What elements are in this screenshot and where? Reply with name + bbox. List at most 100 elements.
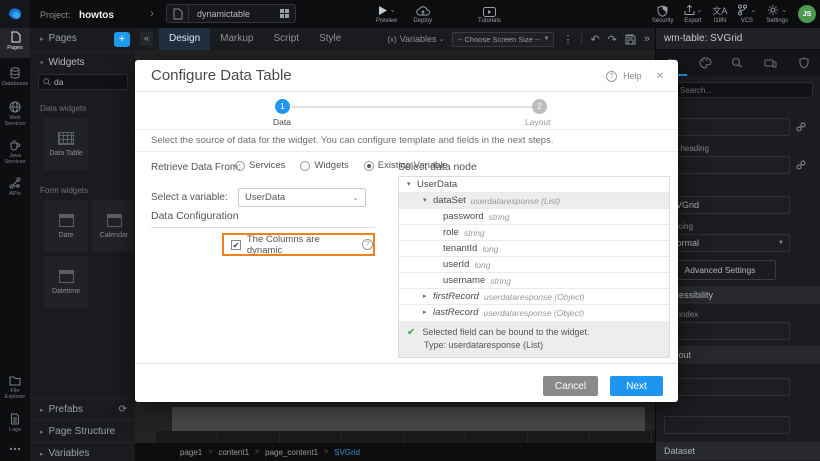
- accordion-prefabs[interactable]: ▸Prefabs ⟳: [30, 398, 135, 420]
- left-icon-rail: Pages Databases Web Services Java Servic…: [0, 28, 30, 461]
- accordion-variables[interactable]: ▸Variables: [30, 442, 135, 461]
- refresh-icon[interactable]: ⟳: [119, 399, 127, 421]
- radio-services[interactable]: Services: [235, 160, 285, 171]
- subheading-field[interactable]: [664, 156, 790, 174]
- tutorials-button[interactable]: Tutorials: [478, 3, 501, 24]
- table-pagination-row[interactable]: [155, 431, 656, 443]
- expand-panel-button[interactable]: »: [644, 33, 650, 45]
- next-button[interactable]: Next: [610, 376, 663, 396]
- rail-item-logs[interactable]: Logs: [0, 410, 30, 440]
- step-2-circle[interactable]: 2: [532, 99, 547, 114]
- widget-tile-calendar[interactable]: Calendar: [92, 200, 136, 252]
- props-tab-security[interactable]: [787, 50, 820, 76]
- project-name: Project: howtos: [40, 0, 114, 28]
- security-button[interactable]: Security: [652, 3, 674, 24]
- breadcrumb-item[interactable]: content1: [218, 448, 249, 457]
- data-table-icon: [58, 132, 74, 145]
- folder-icon: [9, 375, 21, 386]
- rail-item-pages[interactable]: Pages: [0, 28, 30, 58]
- dialog-title: Configure Data Table: [151, 60, 292, 92]
- widget-tile-data-table[interactable]: Data Table: [44, 118, 88, 170]
- title-field[interactable]: [664, 118, 790, 136]
- widget-tile-date[interactable]: Date: [44, 200, 88, 252]
- kebab-menu-icon[interactable]: ⋮: [562, 33, 573, 46]
- layout-section-header[interactable]: Layout: [656, 346, 820, 364]
- i18n-button[interactable]: 文A I18N: [712, 3, 727, 24]
- rail-item-databases[interactable]: Databases: [0, 64, 30, 96]
- accessibility-section-header[interactable]: Accessibility: [656, 286, 820, 304]
- tab-markup[interactable]: Markup: [210, 28, 263, 50]
- rail-item-java-services[interactable]: Java Services: [0, 136, 30, 174]
- width-field[interactable]: [664, 378, 790, 396]
- screen-size-select[interactable]: -- Choose Screen Size -- ▼: [452, 32, 554, 47]
- table-widget-footer[interactable]: [172, 407, 645, 431]
- tab-script[interactable]: Script: [264, 28, 310, 50]
- export-button[interactable]: ⌄ Export: [684, 3, 703, 24]
- wavemaker-logo[interactable]: [0, 0, 30, 28]
- settings-button[interactable]: ⌄ Settings: [766, 3, 788, 24]
- close-icon[interactable]: ✕: [656, 71, 664, 82]
- accordion-page-structure[interactable]: ▸Page Structure: [30, 420, 135, 442]
- variable-select[interactable]: UserData ⌄: [238, 188, 366, 207]
- undo-button[interactable]: ↶: [590, 33, 599, 46]
- preview-button[interactable]: ⌄ Preview: [376, 3, 397, 24]
- advanced-settings-button[interactable]: Advanced Settings: [664, 260, 776, 280]
- breadcrumb-item-current[interactable]: SVGrid: [334, 448, 360, 457]
- bind-link-icon[interactable]: [796, 160, 806, 170]
- variables-button[interactable]: (x) Variables ⌄: [387, 34, 444, 44]
- breadcrumb-item[interactable]: page_content1: [265, 448, 318, 457]
- widget-search-input[interactable]: [54, 77, 116, 87]
- tree-node-userdata[interactable]: ▾ UserData: [399, 177, 669, 193]
- tree-node-password[interactable]: password string: [399, 209, 669, 225]
- tabindex-field[interactable]: [664, 322, 790, 340]
- vcs-button[interactable]: ⌄ VCS: [737, 3, 756, 24]
- tree-node-userid[interactable]: userId long: [399, 257, 669, 273]
- name-field[interactable]: [664, 196, 790, 214]
- breadcrumb-item[interactable]: page1: [180, 448, 202, 457]
- height-field[interactable]: [664, 416, 790, 434]
- radio-widgets[interactable]: Widgets: [300, 160, 348, 171]
- redo-button[interactable]: ↷: [608, 33, 617, 46]
- help-icon[interactable]: ?: [606, 71, 617, 82]
- step-2-label: Layout: [525, 117, 551, 127]
- props-tab-events[interactable]: [722, 50, 755, 76]
- tree-node-username[interactable]: username string: [399, 273, 669, 289]
- deploy-button[interactable]: Deploy: [413, 3, 432, 24]
- help-link[interactable]: Help: [623, 71, 642, 81]
- step-1-circle[interactable]: 1: [275, 99, 290, 114]
- props-tab-devices[interactable]: [754, 50, 787, 76]
- tree-node-firstrecord[interactable]: ▸ firstRecord userdataresponse (Object): [399, 289, 669, 305]
- accordion-widgets[interactable]: ▾Widgets: [30, 51, 135, 73]
- tree-node-tenantid[interactable]: tenantId long: [399, 241, 669, 257]
- widget-tile-datetime[interactable]: Datetime: [44, 256, 88, 308]
- save-button[interactable]: [625, 34, 636, 45]
- tree-node-lastrecord[interactable]: ▸ lastRecord userdataresponse (Object): [399, 305, 669, 321]
- spacing-select[interactable]: Normal ▼: [664, 234, 790, 252]
- help-icon[interactable]: ?: [362, 239, 373, 250]
- cancel-button[interactable]: Cancel: [543, 376, 598, 396]
- props-tab-styles[interactable]: [689, 50, 722, 76]
- export-icon: [684, 4, 695, 16]
- rail-item-web-services[interactable]: Web Services: [0, 98, 30, 136]
- tab-style[interactable]: Style: [309, 28, 351, 50]
- rail-item-apis[interactable]: APIs: [0, 174, 30, 204]
- tri-right-icon[interactable]: ▸: [423, 305, 433, 321]
- tree-node-dataset[interactable]: ▾ dataSet userdataresponse (List): [399, 193, 669, 209]
- add-page-button[interactable]: +: [114, 32, 130, 47]
- dataset-section-header[interactable]: Dataset: [656, 442, 820, 460]
- tri-down-icon[interactable]: ▾: [407, 177, 417, 193]
- tri-down-icon[interactable]: ▾: [423, 193, 433, 209]
- rail-more-button[interactable]: [0, 444, 30, 458]
- tri-right-icon[interactable]: ▸: [423, 289, 433, 305]
- checkbox-checked-icon[interactable]: ✔: [231, 240, 241, 250]
- rail-item-file-explorer[interactable]: File Explorer: [0, 372, 30, 410]
- props-search-input[interactable]: [680, 86, 800, 95]
- current-page-selector[interactable]: dynamictable: [166, 4, 296, 23]
- bind-link-icon[interactable]: [796, 122, 806, 132]
- tab-design[interactable]: Design: [159, 28, 210, 50]
- collapse-panel-button[interactable]: «: [140, 32, 153, 46]
- accordion-pages[interactable]: ▸Pages +: [30, 28, 135, 50]
- user-avatar[interactable]: JS: [798, 5, 816, 23]
- tree-node-role[interactable]: role string: [399, 225, 669, 241]
- pages-grid-icon[interactable]: [280, 9, 289, 18]
